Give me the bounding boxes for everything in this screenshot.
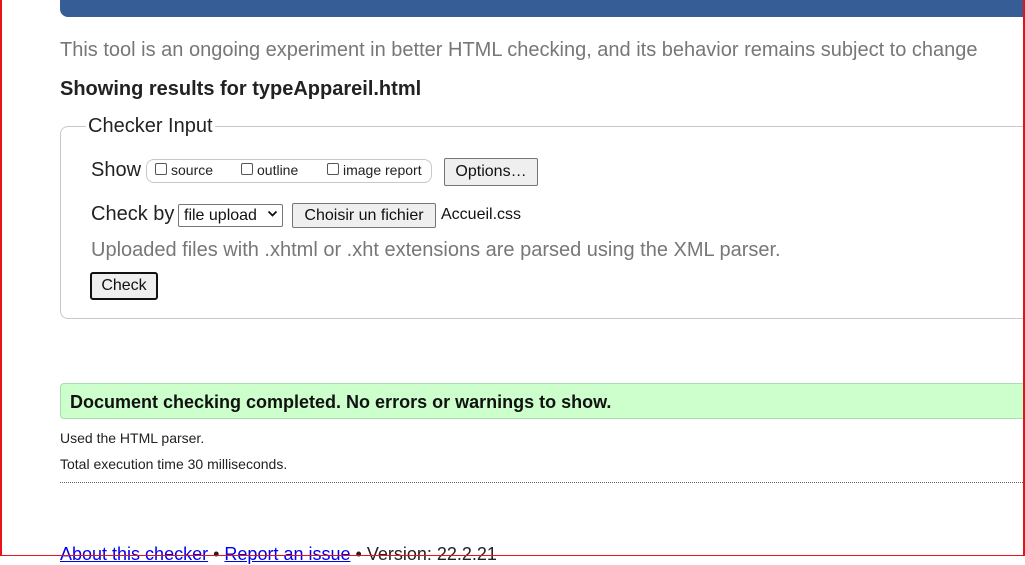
show-image-report-option[interactable]: image report: [327, 162, 422, 178]
outline-checkbox[interactable]: [241, 163, 253, 175]
parser-used-text: Used the HTML parser.: [60, 430, 205, 446]
source-checkbox-label: source: [171, 162, 214, 178]
image-report-checkbox-label: image report: [343, 162, 422, 178]
about-checker-link[interactable]: About this checker: [60, 544, 208, 564]
footer-separator: •: [355, 544, 362, 564]
show-source-option[interactable]: source: [155, 162, 213, 178]
footer-separator: •: [213, 544, 220, 564]
parser-note: Uploaded files with .xhtml or .xht exten…: [91, 239, 781, 261]
top-header-bar: [60, 0, 1025, 17]
source-checkbox[interactable]: [155, 163, 167, 175]
footer: About this checker • Report an issue • V…: [60, 544, 497, 565]
show-label: Show: [91, 159, 142, 181]
chevron-down-icon: [267, 208, 278, 222]
report-issue-link[interactable]: Report an issue: [224, 544, 350, 564]
check-by-select[interactable]: file upload: [178, 204, 283, 227]
image-report-checkbox[interactable]: [327, 163, 339, 175]
execution-time-text: Total execution time 30 milliseconds.: [60, 456, 288, 472]
success-message: Document checking completed. No errors o…: [70, 392, 612, 412]
outline-checkbox-label: outline: [257, 162, 299, 178]
check-button[interactable]: Check: [90, 272, 158, 300]
dotted-divider: [60, 482, 1025, 483]
version-text: Version: 22.2.21: [366, 544, 497, 564]
selected-file-name: Accueil.css: [441, 206, 522, 223]
choose-file-button[interactable]: Choisir un fichier: [292, 203, 436, 228]
experiment-note: This tool is an ongoing experiment in be…: [60, 39, 978, 61]
show-outline-option[interactable]: outline: [241, 162, 298, 178]
options-button[interactable]: Options…: [444, 158, 538, 186]
check-by-selected-value: file upload: [184, 206, 257, 224]
checker-input-legend: Checker Input: [86, 115, 215, 138]
results-title: Showing results for typeAppareil.html: [60, 78, 422, 100]
show-options-group: source outline image report: [146, 159, 432, 183]
check-by-label: Check by: [91, 203, 175, 225]
